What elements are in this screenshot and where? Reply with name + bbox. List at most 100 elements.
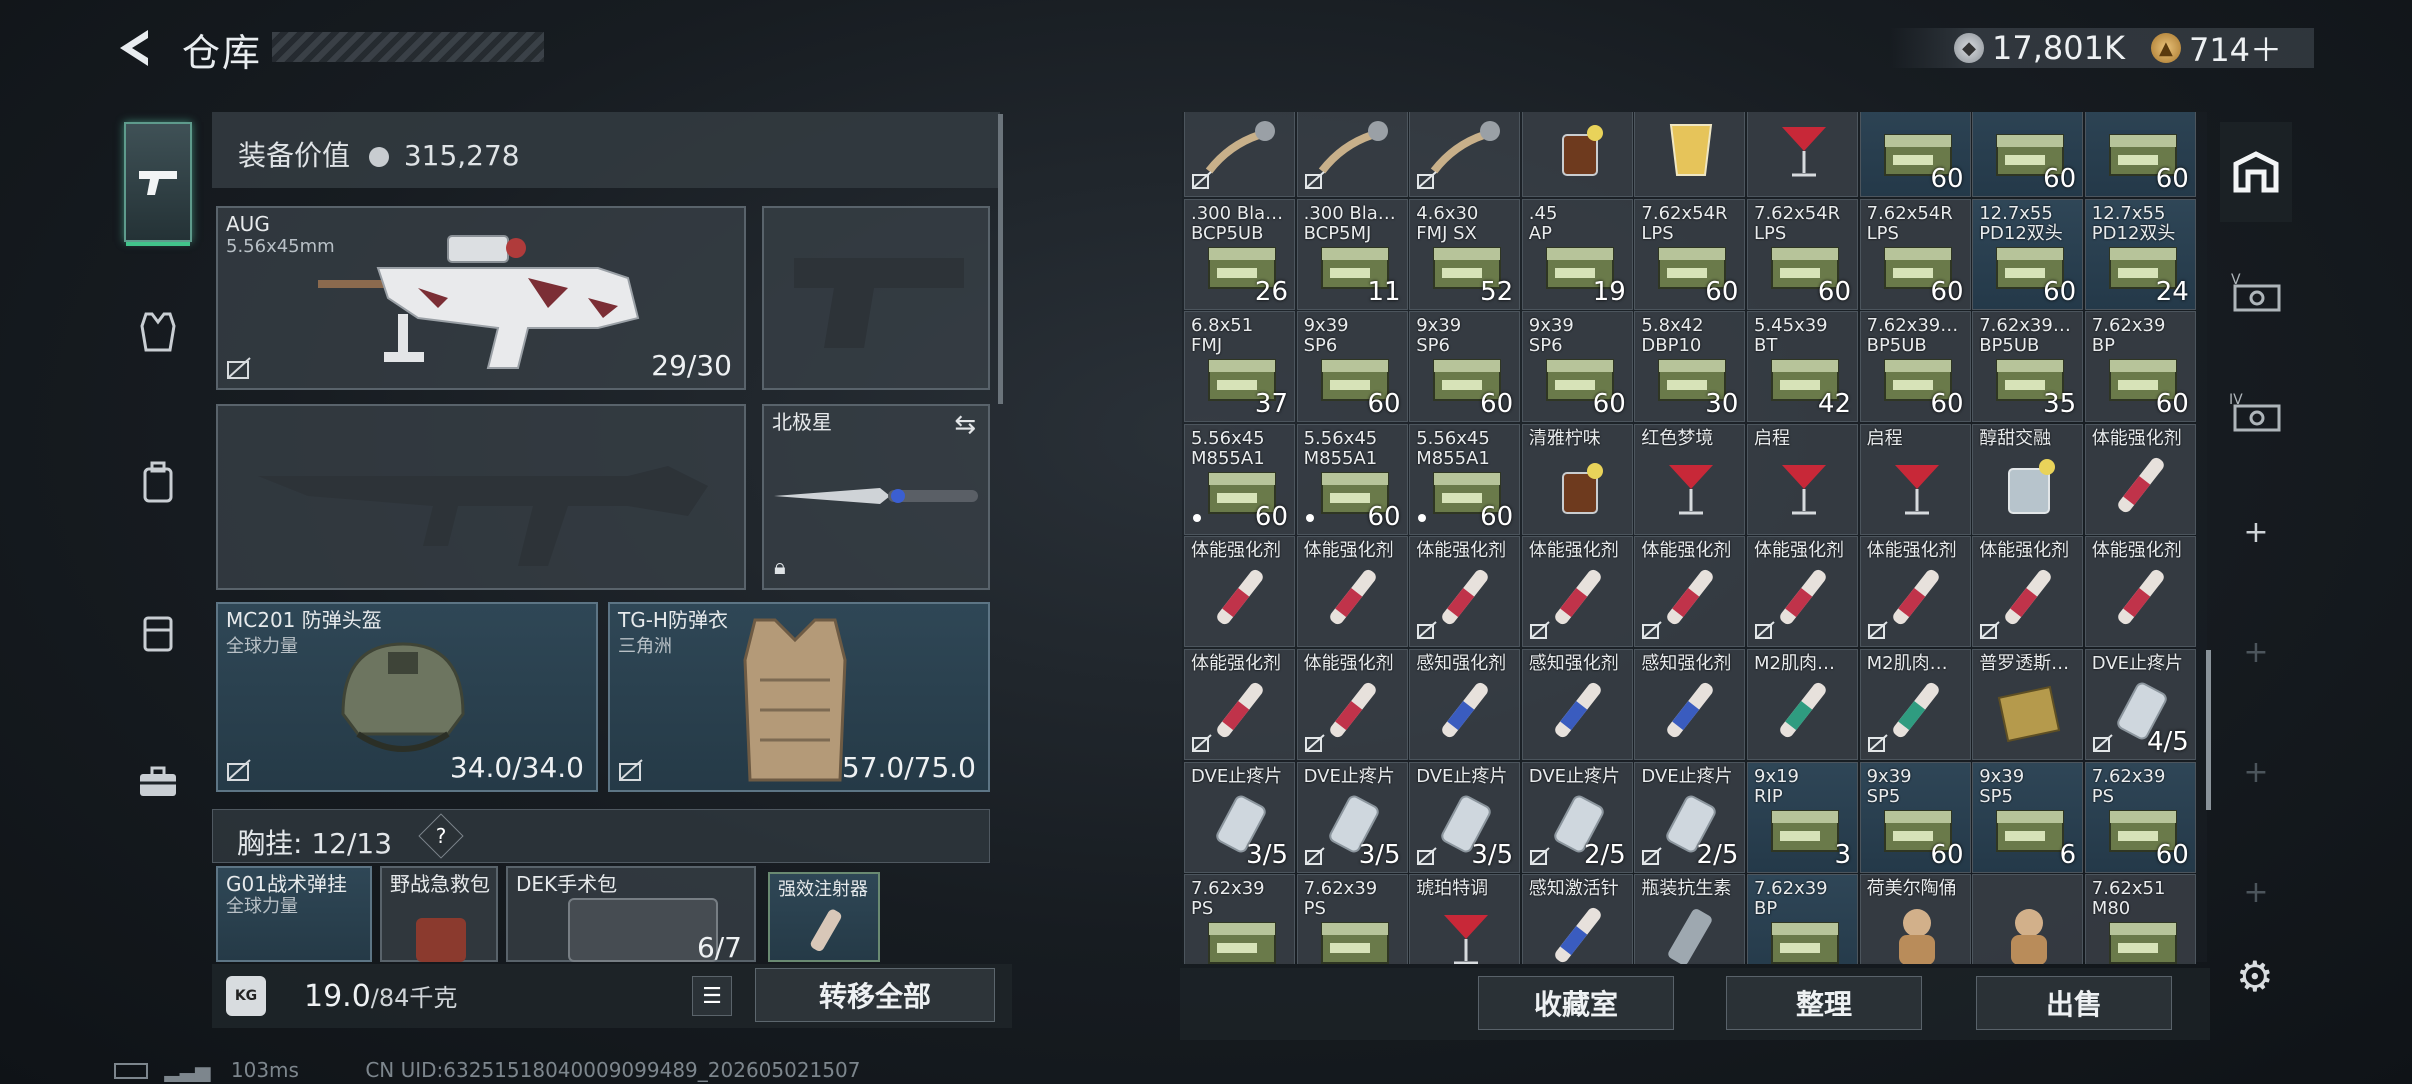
sell-button[interactable]: 出售 — [1976, 976, 2172, 1030]
nav-armor[interactable] — [124, 272, 192, 392]
storage-item-cell[interactable]: 感知强化剂 — [1634, 649, 1746, 760]
storage-home-tab[interactable] — [2220, 122, 2292, 222]
secondary-primary-slot[interactable] — [216, 404, 746, 590]
nav-weapons[interactable] — [124, 122, 192, 246]
storage-item-cell[interactable] — [1972, 874, 2084, 964]
storage-item-cell[interactable]: 体能强化剂 — [1296, 649, 1408, 760]
storage-item-cell[interactable]: 7.62x54R LPS 60 — [1859, 198, 1971, 310]
swap-icon[interactable]: ⇆ — [954, 410, 976, 440]
settings-gear-icon[interactable]: ⚙ — [2236, 952, 2282, 1001]
storage-item-cell[interactable]: 体能强化剂 — [1184, 649, 1295, 760]
nav-chest-rig[interactable] — [124, 572, 192, 692]
storage-item-cell[interactable]: BCP5UB60 — [2084, 112, 2196, 197]
storage-item-cell[interactable]: 9x39 SP6 60 — [1409, 311, 1521, 423]
storage-item-cell[interactable]: 9x19 RIP 3 — [1747, 761, 1858, 873]
storage-item-cell[interactable]: 体能强化剂 — [1634, 536, 1746, 648]
nav-backpack[interactable] — [124, 422, 192, 542]
help-icon[interactable]: ? — [418, 813, 464, 859]
storage-item-cell[interactable]: 7.62x39 PS — [1296, 874, 1408, 964]
transfer-all-button[interactable]: 转移全部 — [755, 968, 995, 1022]
chest-rig-item-slot[interactable]: G01战术弹挂 全球力量 — [216, 866, 372, 962]
storage-item-cell[interactable]: 体能强化剂 — [1184, 536, 1295, 648]
storage-scrollbar[interactable] — [2206, 650, 2211, 810]
storage-item-cell[interactable]: 荷美尔陶俑 — [1859, 874, 1971, 964]
storage-item-cell[interactable]: 感知强化剂 — [1409, 649, 1521, 760]
storage-item-cell[interactable]: 7.62x54R LPS 60 — [1634, 198, 1746, 310]
storage-item-cell[interactable]: 9x39 SP5 6 — [1972, 761, 2084, 873]
storage-item-cell[interactable]: 7.62x39 BP 60 — [2084, 311, 2196, 423]
storage-tab-5[interactable]: V — [2220, 242, 2292, 342]
storage-item-cell[interactable]: 体能强化剂 — [2084, 423, 2196, 535]
gold-amount[interactable]: 714＋ — [2189, 25, 2282, 71]
storage-item-cell[interactable] — [1409, 112, 1521, 197]
back-arrow-icon[interactable] — [112, 26, 160, 70]
storage-item-cell[interactable]: 7.62x39… BP5UB 60 — [1859, 311, 1971, 423]
storage-item-cell[interactable]: 体能强化剂 — [1972, 536, 2084, 648]
helmet-slot[interactable]: MC201 防弹头盔 全球力量 34.0/34.0 — [216, 602, 598, 792]
storage-item-cell[interactable]: 启程 — [1859, 423, 1971, 535]
storage-item-cell[interactable] — [1747, 112, 1858, 197]
storage-item-cell[interactable]: DVE止疼片 3/5 — [1296, 761, 1408, 873]
storage-item-cell[interactable]: 5.56x45 M855A1 60 — [1184, 423, 1295, 535]
storage-item-cell[interactable]: 7.62x39… BP5UB 35 — [1972, 311, 2084, 423]
storage-item-cell[interactable]: 12.7x55 PD12双头 60 — [1972, 198, 2084, 310]
storage-item-cell[interactable]: 5.8x42 DBP10 30 — [1634, 311, 1746, 423]
storage-item-cell[interactable]: 体能强化剂 — [1859, 536, 1971, 648]
storage-item-cell[interactable]: DVE止疼片 2/5 — [1634, 761, 1746, 873]
storage-item-cell[interactable]: 体能强化剂 — [1409, 536, 1521, 648]
storage-item-cell[interactable]: BCP5UB60 — [1859, 112, 1971, 197]
storage-item-cell[interactable] — [1634, 112, 1746, 197]
storage-item-cell[interactable]: 体能强化剂 — [1521, 536, 1633, 648]
list-view-button[interactable]: ☰ — [692, 976, 732, 1016]
storage-item-cell[interactable]: 启程 — [1747, 423, 1858, 535]
add-storage-button[interactable]: + — [2220, 482, 2292, 582]
storage-item-cell[interactable]: 7.62x39 BP — [1747, 874, 1858, 964]
first-aid-kit-slot[interactable]: 野战急救包 — [380, 866, 498, 962]
currency-bar[interactable]: ◆ 17,801K ▲ 714＋ — [1890, 25, 2314, 71]
storage-item-cell[interactable]: 12.7x55 PD12双头 24 — [2084, 198, 2196, 310]
storage-item-cell[interactable]: 9x39 SP5 60 — [1859, 761, 1971, 873]
injector-slot[interactable]: 强效注射器 — [768, 872, 880, 962]
storage-item-cell[interactable]: 普罗透斯… — [1972, 649, 2084, 760]
storage-item-cell[interactable]: 5.56x45 M855A1 60 — [1409, 423, 1521, 535]
storage-item-cell[interactable]: M2肌肉… — [1859, 649, 1971, 760]
melee-slot[interactable]: 北极星 ⇆ 🔒︎ — [762, 404, 990, 590]
storage-item-cell[interactable]: 清雅柠味 — [1521, 423, 1633, 535]
surgery-kit-slot[interactable]: DEK手术包 6/7 — [506, 866, 756, 964]
storage-item-cell[interactable]: DVE止疼片 4/5 — [2084, 649, 2196, 760]
storage-item-cell[interactable]: 6.8x51 FMJ 37 — [1184, 311, 1295, 423]
storage-item-cell[interactable]: 感知强化剂 — [1521, 649, 1633, 760]
primary-weapon-slot[interactable]: AUG 5.56x45mm 29/30 — [216, 206, 746, 390]
storage-item-cell[interactable]: .45 AP 19 — [1521, 198, 1633, 310]
collection-room-button[interactable]: 收藏室 — [1478, 976, 1674, 1030]
storage-item-cell[interactable]: DVE止疼片 2/5 — [1521, 761, 1633, 873]
storage-item-cell[interactable]: 瓶装抗生素 — [1634, 874, 1746, 964]
armor-slot[interactable]: TG-H防弹衣 三角洲 57.0/75.0 — [608, 602, 990, 792]
storage-item-cell[interactable]: 红色梦境 — [1634, 423, 1746, 535]
storage-item-cell[interactable]: 7.62x39 PS — [1184, 874, 1295, 964]
storage-item-cell[interactable]: 醇甜交融 — [1972, 423, 2084, 535]
storage-item-cell[interactable]: 感知激活针 — [1521, 874, 1633, 964]
storage-tab-4[interactable]: IV — [2220, 362, 2292, 462]
storage-item-cell[interactable]: BCP5UB60 — [1972, 112, 2084, 197]
storage-item-cell[interactable] — [1521, 112, 1633, 197]
storage-item-cell[interactable]: 体能强化剂 — [2084, 536, 2196, 648]
storage-item-cell[interactable] — [1296, 112, 1408, 197]
storage-item-cell[interactable]: M2肌肉… — [1747, 649, 1858, 760]
equipment-scrollbar[interactable] — [998, 114, 1003, 404]
sort-button[interactable]: 整理 — [1726, 976, 1922, 1030]
storage-item-cell[interactable]: 体能强化剂 — [1747, 536, 1858, 648]
storage-item-cell[interactable]: .300 Bla… BCP5MJ 11 — [1296, 198, 1408, 310]
storage-item-cell[interactable]: 9x39 SP6 60 — [1521, 311, 1633, 423]
storage-item-cell[interactable] — [1184, 112, 1295, 197]
storage-item-cell[interactable]: 9x39 SP6 60 — [1296, 311, 1408, 423]
storage-item-cell[interactable]: 5.56x45 M855A1 60 — [1296, 423, 1408, 535]
storage-item-cell[interactable]: DVE止疼片 3/5 — [1409, 761, 1521, 873]
secondary-weapon-slot[interactable] — [762, 206, 990, 390]
storage-item-cell[interactable]: 7.62x54R LPS 60 — [1747, 198, 1858, 310]
storage-item-cell[interactable]: 5.45x39 BT 42 — [1747, 311, 1858, 423]
storage-item-cell[interactable]: .300 Bla… BCP5UB 26 — [1184, 198, 1295, 310]
storage-item-cell[interactable]: 琥珀特调 — [1409, 874, 1521, 964]
storage-item-cell[interactable]: 7.62x51 M80 — [2084, 874, 2196, 964]
nav-toolbox[interactable] — [124, 722, 192, 842]
